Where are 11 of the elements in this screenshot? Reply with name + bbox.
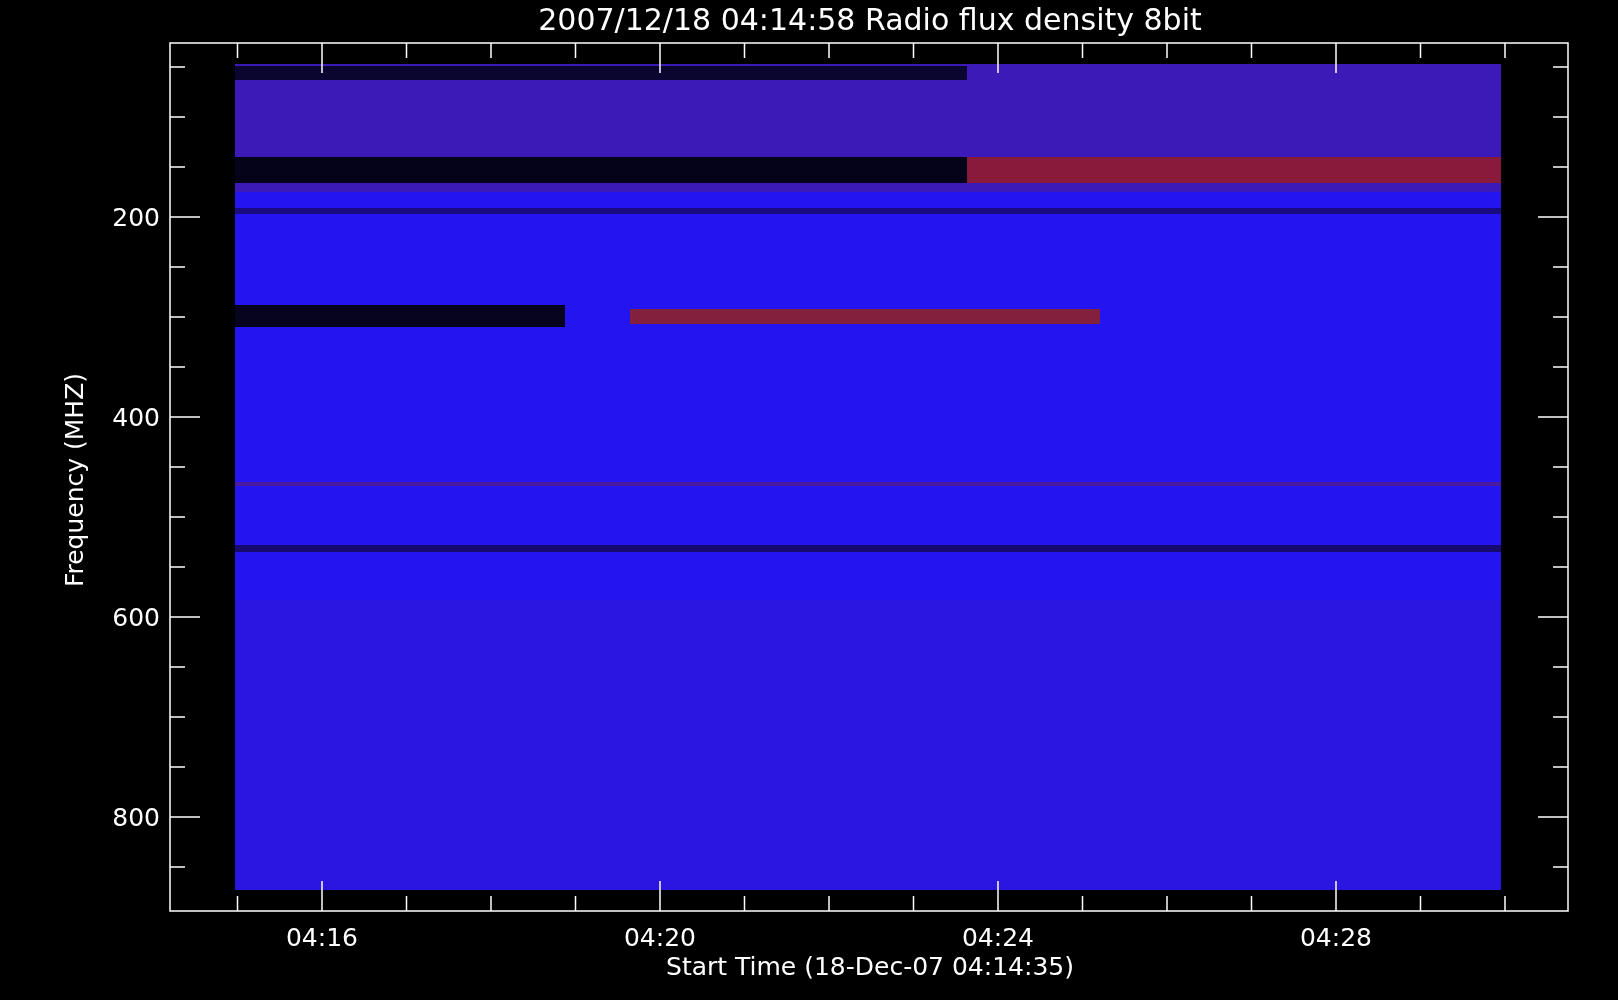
y-tick-label: 400 (112, 403, 160, 432)
x-axis-label: Start Time (18-Dec-07 04:14:35) (666, 952, 1074, 981)
x-tick-label: 04:28 (1300, 923, 1372, 952)
y-tick-label: 800 (112, 803, 160, 832)
y-tick-label: 600 (112, 603, 160, 632)
y-tick-label: 200 (112, 203, 160, 232)
x-tick-label: 04:24 (962, 923, 1034, 952)
y-axis-label: Frequency (MHZ) (60, 372, 89, 588)
plot-title: 2007/12/18 04:14:58 Radio flux density 8bit (538, 2, 1202, 37)
x-tick-label: 04:16 (286, 923, 358, 952)
x-tick-label: 04:20 (624, 923, 696, 952)
